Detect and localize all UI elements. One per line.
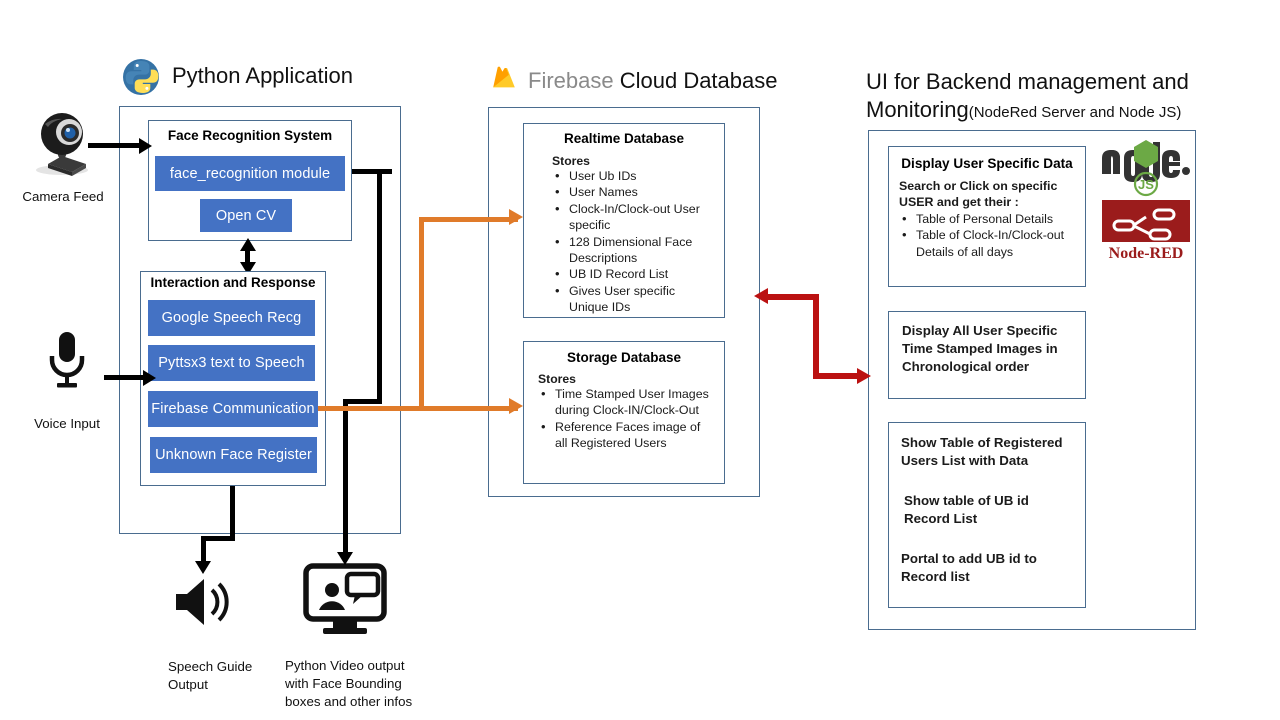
realtime-database-list: User Ub IDs User Names Clock-In/Clock-ou… [552,167,714,316]
video-output-line-h2 [343,399,382,404]
speech-output-line-v1 [230,486,235,541]
voice-to-interaction-arrow [143,370,156,386]
list-item: User Names [552,183,714,201]
ui-to-firebase-arrow-left [754,288,768,304]
list-item: Table of Clock-In/Clock-out Details of a… [899,226,1079,260]
list-item: User Ub IDs [552,167,714,185]
ui-card-3-block-1: Show Table of Registered Users List with… [901,435,1063,469]
speech-output-line-h1 [201,536,235,541]
camera-feed-label: Camera Feed [22,189,104,204]
firebase-to-ui-line-bottom [813,373,859,379]
storage-database-header: Storage Database [566,350,682,365]
speech-guide-output-label: Speech Guide Output [168,659,253,692]
firebase-to-ui-arrow-right [857,368,871,384]
video-output-arrow [337,552,353,565]
firebase-comm-riser-line [419,217,424,411]
speaker-icon [172,573,234,631]
list-item: 128 Dimensional Face Descriptions [552,233,714,267]
video-output-line-v1 [377,169,382,401]
nodejs-logo: JS [1100,138,1192,200]
firebase-logo [488,63,520,95]
chip-face-recognition-module[interactable]: face_recognition module [155,156,345,191]
list-item: Reference Faces image of all Registered … [538,418,710,452]
monitor-icon [303,563,387,639]
list-item: Gives User specific Unique IDs [552,282,714,316]
speech-output-line-v2 [201,536,206,564]
interaction-and-response-header: Interaction and Response [150,275,316,290]
chip-google-speech-recg[interactable]: Google Speech Recg [148,300,315,336]
ui-card-2-line: Chronological order [902,358,1030,374]
chip-firebase-communication[interactable]: Firebase Communication [148,391,318,427]
storage-database-list: Time Stamped User Images during Clock-IN… [538,385,710,452]
ui-card-3-block-3: Portal to add UB id to Record list [901,551,1037,585]
speech-output-arrow [195,561,211,574]
svg-text:JS: JS [1138,177,1154,192]
firebase-brand-text: Firebase [528,68,614,93]
camera-to-face-recognition-arrow [139,138,152,154]
ui-card-3-block-2: Show table of UB id Record List [904,493,1029,527]
voice-to-interaction-line [104,375,144,380]
list-item: Table of Personal Details [899,210,1079,228]
face-recognition-system-header: Face Recognition System [167,128,333,143]
python-video-output-label: Python Video output with Face Bounding b… [285,658,413,709]
bidirectional-arrow-up [240,238,256,251]
diagram-canvas: Python Application Face Recognition Syst… [0,0,1280,720]
chip-unknown-face-register[interactable]: Unknown Face Register [150,437,317,473]
node-red-logo: Node-RED [1100,200,1192,262]
list-item: Clock-In/Clock-out User specific [552,200,714,234]
ui-to-firebase-line-top [768,294,818,300]
camera-to-face-recognition-line [88,143,140,148]
firebase-comm-to-storage-line [318,406,518,411]
ui-section-title: UI for Backend management and Monitoring… [866,68,1196,124]
ui-section-title-paren: (NodeRed Server and Node JS) [968,104,1182,122]
microphone-icon [44,330,90,392]
ui-card-1-subtext: Search or Click on specific USER and get… [899,179,1058,210]
ui-card-1-list: Table of Personal Details Table of Clock… [899,210,1079,260]
list-item: Time Stamped User Images during Clock-IN… [538,385,710,419]
firebase-comm-to-realtime-line [419,217,518,222]
video-output-line-h1 [352,169,392,174]
firebase-section-title: Firebase Cloud Database [528,68,778,94]
firebase-title-rest: Cloud Database [619,68,778,93]
ui-card-2-line: Display All User Specific [902,323,1058,338]
ui-card-2-text: Display All User Specific Time Stamped I… [902,322,1080,376]
chip-pyttsx3-text-to-speech[interactable]: Pyttsx3 text to Speech [148,345,315,381]
webcam-icon [28,108,96,176]
firebase-comm-to-storage-arrow [509,398,523,414]
python-logo [120,58,164,96]
voice-input-label: Voice Input [34,416,100,431]
python-section-title: Python Application [172,63,354,88]
svg-text:Node-RED: Node-RED [1109,245,1184,262]
video-output-line-v2 [343,399,348,555]
ui-to-firebase-line-vertical [813,294,819,378]
firebase-comm-to-realtime-arrow [509,209,523,225]
chip-open-cv[interactable]: Open CV [200,199,292,232]
list-item: UB ID Record List [552,265,714,283]
ui-card-2-line: Time Stamped Images in [902,340,1058,356]
realtime-database-header: Realtime Database [563,131,685,146]
ui-card-1-header: Display User Specific Data [901,156,1073,171]
